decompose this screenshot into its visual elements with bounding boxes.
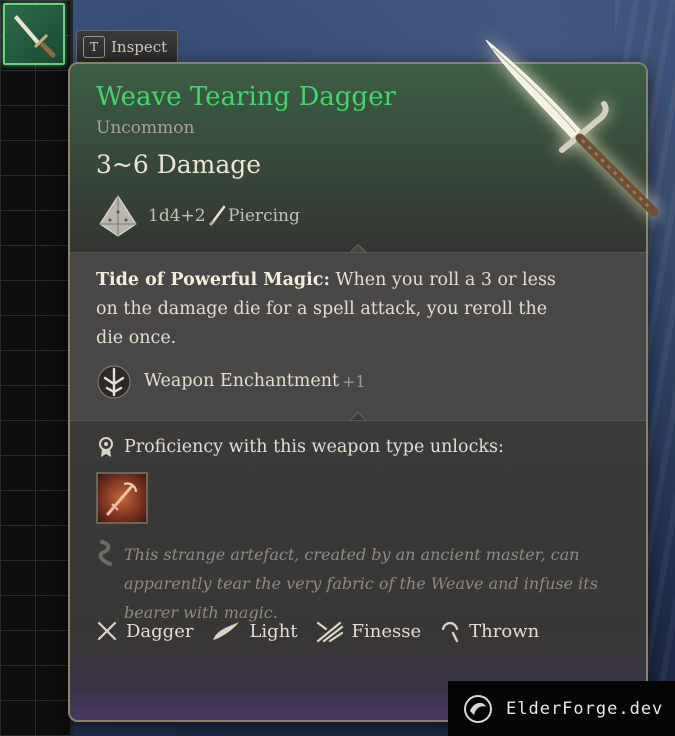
trait-list: Dagger Light Finesse Thrown [96,616,557,646]
trait-light[interactable]: Light [211,620,298,642]
dagger-slot-icon [14,15,56,58]
trait-label: Finesse [351,620,422,642]
watermark: ElderForge.dev [448,681,675,736]
item-rarity: Uncommon [96,118,195,138]
trait-label: Light [249,620,298,642]
inspect-key: T [83,35,105,58]
enchantment-bonus: +1 [342,372,366,391]
trait-label: Thrown [469,620,540,642]
effect-description: Tide of Powerful Magic: When you roll a … [96,266,566,353]
damage-dice: 1d4+2 [148,206,206,226]
light-trait-icon [213,622,240,640]
effect-name: Tide of Powerful Magic: [96,270,330,290]
inspect-label: Inspect [111,37,168,56]
lore-text: This strange artefact, created by an anc… [124,545,598,622]
proficiency-text: Proficiency with this weapon type unlock… [124,437,504,457]
inspect-tab[interactable]: T Inspect [76,30,178,62]
finesse-trait-icon [316,621,343,643]
proficiency-icon [99,437,113,457]
trait-finesse[interactable]: Finesse [316,619,422,643]
watermark-text: ElderForge.dev [506,698,664,719]
item-name: Weave Tearing Dagger [96,82,396,112]
trait-dagger[interactable]: Dagger [96,620,193,642]
thrown-trait-icon [442,621,459,643]
dagger-trait-icon [97,621,117,641]
enchantment-icon [97,365,131,399]
damage-type: Piercing [228,206,300,226]
dice-icon [99,195,137,237]
divider [70,420,646,421]
dagger-item-art [485,39,659,217]
trait-label: Dagger [126,620,194,642]
elderforge-logo [464,694,492,723]
enchantment-label: Weapon Enchantment [144,371,340,391]
divider [70,252,646,253]
trait-thrown[interactable]: Thrown [439,619,539,643]
equipped-item-slot[interactable] [3,3,65,65]
piercing-icon [208,205,226,227]
weapon-action-icon[interactable] [96,472,148,524]
inventory-grid [0,0,73,736]
item-damage: 3~6 Damage [96,150,262,179]
lore-icon [98,540,112,566]
weapon-action-glyph [106,482,137,516]
